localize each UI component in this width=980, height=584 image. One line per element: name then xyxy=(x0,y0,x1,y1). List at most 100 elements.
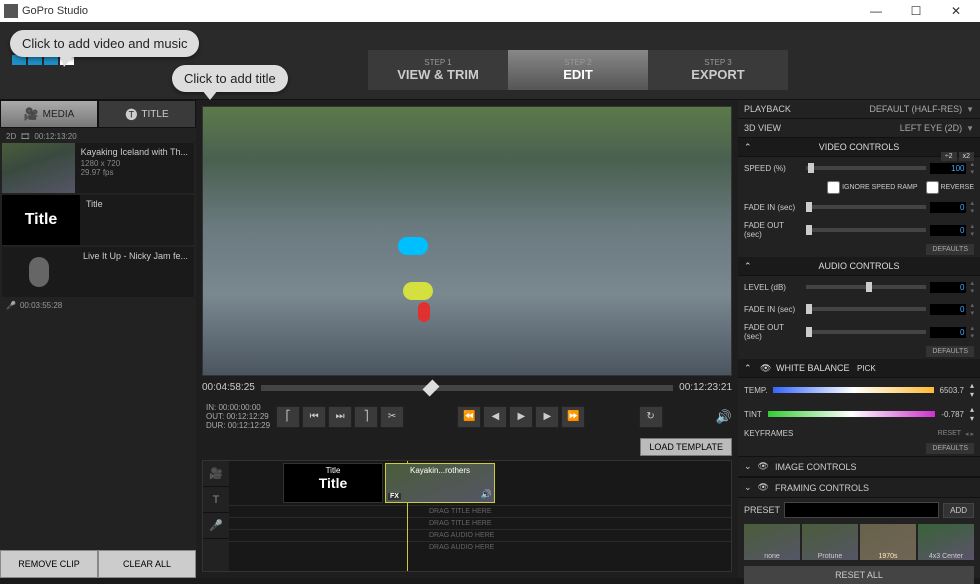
wb-defaults-button[interactable]: DEFAULTS xyxy=(926,443,974,454)
timeline: 🎥 T 🎤 Title Title Kayakin...rothers FX 🔊 xyxy=(202,460,732,572)
tooltip-add-media: Click to add video and music xyxy=(10,30,199,57)
mark-in-button[interactable]: ⎡ xyxy=(276,406,300,428)
close-button[interactable]: ✕ xyxy=(936,0,976,22)
forward-button[interactable]: ⏩ xyxy=(561,406,585,428)
scrubber[interactable] xyxy=(261,385,673,391)
reset-all-button[interactable]: RESET ALL xyxy=(744,566,974,584)
media-item-video[interactable]: Kayaking Iceland with Th... 1280 x 720 2… xyxy=(2,143,194,193)
maximize-button[interactable]: ☐ xyxy=(896,0,936,22)
video-preview[interactable] xyxy=(202,106,732,376)
audio-fadeout-slider[interactable] xyxy=(806,330,926,334)
speed-half-button[interactable]: ÷2 xyxy=(941,152,957,161)
video-controls-header[interactable]: ⌃ VIDEO CONTROLS ÷2 x2 xyxy=(738,138,980,157)
next-frame-button[interactable]: ▶ xyxy=(535,406,559,428)
fx-badge: FX xyxy=(388,493,401,500)
color-picker-button[interactable]: PICK xyxy=(857,364,876,373)
clip-speaker-icon: 🔊 xyxy=(481,489,492,500)
goto-out-button[interactable]: ⏭ xyxy=(328,406,352,428)
timeline-video-clip[interactable]: Kayakin...rothers FX 🔊 xyxy=(385,463,495,503)
audio-readout: 🎤 00:03:55:28 xyxy=(2,299,194,312)
eye-icon[interactable]: 👁 xyxy=(758,461,769,472)
minimize-button[interactable]: — xyxy=(856,0,896,22)
wb-reset-button[interactable]: RESET xyxy=(938,430,961,437)
framing-controls-header[interactable]: ⌄ 👁 FRAMING CONTROLS xyxy=(738,477,980,498)
expand-icon: ⌄ xyxy=(744,482,752,493)
play-button[interactable]: ▶ xyxy=(509,406,533,428)
audio-defaults-button[interactable]: DEFAULTS xyxy=(926,346,974,357)
app-title: GoPro Studio xyxy=(22,5,88,17)
video-defaults-button[interactable]: DEFAULTS xyxy=(926,244,974,255)
3d-view-row[interactable]: 3D VIEW LEFT EYE (2D) ▼ xyxy=(738,119,980,138)
media-item-audio[interactable]: Live It Up - Nicky Jam fe... xyxy=(2,247,194,297)
window-titlebar: GoPro Studio — ☐ ✕ xyxy=(0,0,980,22)
image-controls-header[interactable]: ⌄ 👁 IMAGE CONTROLS xyxy=(738,456,980,477)
audio-fadein-slider[interactable] xyxy=(806,307,926,311)
camera-icon: 🎥 xyxy=(24,107,39,121)
media-item-title[interactable]: Title Title xyxy=(2,195,194,245)
eye-icon[interactable]: 👁 xyxy=(758,482,769,493)
tint-slider[interactable] xyxy=(768,411,936,417)
drop-title-1[interactable]: DRAG TITLE HERE xyxy=(229,505,731,517)
goto-in-button[interactable]: ⏮ xyxy=(302,406,326,428)
speed-double-button[interactable]: x2 xyxy=(959,152,974,161)
audio-thumbnail xyxy=(2,247,77,297)
collapse-icon: ⌃ xyxy=(744,142,752,153)
step-edit[interactable]: STEP 2 EDIT xyxy=(508,50,648,90)
add-preset-button[interactable]: ADD xyxy=(943,503,974,518)
speed-value[interactable]: 100 xyxy=(930,163,966,174)
clear-all-button[interactable]: CLEAR ALL xyxy=(98,550,196,578)
timeline-title-clip[interactable]: Title Title xyxy=(283,463,383,503)
preset-input[interactable] xyxy=(784,502,939,518)
prev-frame-button[interactable]: ◀ xyxy=(483,406,507,428)
microphone-icon xyxy=(29,257,49,287)
reverse-checkbox[interactable]: REVERSE xyxy=(926,181,974,194)
chevron-down-icon: ▼ xyxy=(966,105,974,114)
drop-audio-2[interactable]: DRAG AUDIO HERE xyxy=(229,541,731,553)
white-balance-header[interactable]: ⌃ 👁 WHITE BALANCE PICK xyxy=(738,359,980,378)
preset-protune[interactable]: Protune xyxy=(802,524,858,560)
drop-audio-1[interactable]: DRAG AUDIO HERE xyxy=(229,529,731,541)
rewind-button[interactable]: ⏪ xyxy=(457,406,481,428)
clip-readout: 2D 🎞 00:12:13:20 xyxy=(2,130,194,143)
video-track-icon: 🎥 xyxy=(203,461,229,487)
collapse-icon: ⌃ xyxy=(744,363,752,374)
ignore-ramp-checkbox[interactable]: IGNORE SPEED RAMP xyxy=(827,181,917,194)
preset-4x3[interactable]: 4x3 Center xyxy=(918,524,974,560)
remove-clip-button[interactable]: REMOVE CLIP xyxy=(0,550,98,578)
time-right: 00:12:23:21 xyxy=(679,382,732,393)
volume-icon[interactable]: 🔊 xyxy=(716,409,732,425)
stepper-icon[interactable]: ▴▾ xyxy=(970,160,974,176)
media-tab[interactable]: 🎥MEDIA xyxy=(0,100,98,128)
loop-button[interactable]: ↻ xyxy=(639,406,663,428)
preset-1970s[interactable]: 1970s xyxy=(860,524,916,560)
speed-slider[interactable] xyxy=(806,166,926,170)
step-view-trim[interactable]: STEP 1 VIEW & TRIM xyxy=(368,50,508,90)
title-track-icon: T xyxy=(203,487,229,513)
drop-title-2[interactable]: DRAG TITLE HERE xyxy=(229,517,731,529)
title-icon: 🅣 xyxy=(125,106,137,123)
audio-controls-header[interactable]: ⌃ AUDIO CONTROLS xyxy=(738,257,980,276)
playback-row[interactable]: PLAYBACK DEFAULT (HALF-RES) ▼ xyxy=(738,100,980,119)
time-info: IN: 00:00:00:00 OUT: 00:12:12:29 DUR: 00… xyxy=(202,403,274,430)
load-template-button[interactable]: LOAD TEMPLATE xyxy=(640,438,732,456)
split-button[interactable]: ✂ xyxy=(380,406,404,428)
chevron-down-icon: ▼ xyxy=(966,124,974,133)
app-icon xyxy=(4,4,18,18)
tooltip-add-title: Click to add title xyxy=(172,65,288,92)
eye-icon[interactable]: 👁 xyxy=(760,363,771,374)
mark-out-button[interactable]: ⎤ xyxy=(354,406,378,428)
video-fadeout-slider[interactable] xyxy=(806,228,926,232)
preview-panel: 00:04:58:25 00:12:23:21 IN: 00:00:00:00 … xyxy=(196,100,738,578)
step-export[interactable]: STEP 3 EXPORT xyxy=(648,50,788,90)
kayak-blue xyxy=(398,237,428,255)
video-fadein-slider[interactable] xyxy=(806,205,926,209)
temp-slider[interactable] xyxy=(773,387,933,393)
film-icon: 🎞 xyxy=(20,132,30,141)
level-slider[interactable] xyxy=(806,285,926,289)
collapse-icon: ⌃ xyxy=(744,261,752,272)
playhead[interactable] xyxy=(422,379,439,396)
preset-none[interactable]: none xyxy=(744,524,800,560)
title-tab[interactable]: 🅣TITLE xyxy=(98,100,196,128)
video-thumbnail xyxy=(2,143,75,193)
media-panel: 🎥MEDIA 🅣TITLE 2D 🎞 00:12:13:20 Kayaking … xyxy=(0,100,196,578)
